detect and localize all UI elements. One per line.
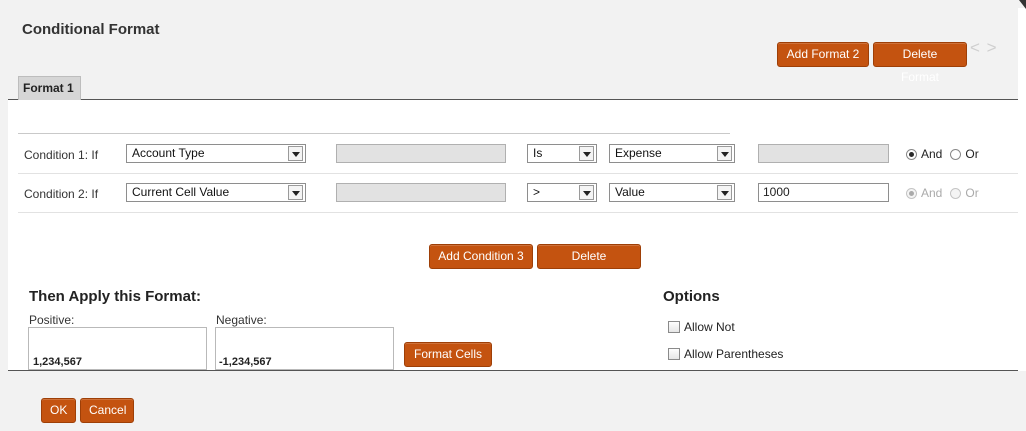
condition-2-conjunction: And Or (906, 186, 987, 200)
condition-1-or-radio[interactable] (950, 148, 962, 160)
condition-1-and-label: And (921, 147, 943, 161)
negative-preview-value: -1,234,567 (219, 356, 272, 368)
allow-parentheses-checkbox[interactable] (668, 348, 680, 360)
condition-2-and-label: And (921, 186, 943, 200)
allow-not-option[interactable]: Allow Not (668, 320, 735, 334)
allow-not-label: Allow Not (684, 320, 735, 334)
positive-label: Positive: (29, 313, 75, 327)
dropdown-arrow-icon (717, 185, 732, 200)
condition-1-and-radio[interactable] (906, 148, 917, 160)
condition-1-value-type-select[interactable]: Expense (609, 144, 735, 163)
condition-2-operator-select[interactable]: > (527, 183, 597, 202)
dropdown-arrow-icon (717, 146, 732, 161)
allow-not-checkbox[interactable] (668, 321, 680, 333)
dropdown-arrow-icon (579, 146, 594, 161)
condition-1-operator-value: Is (533, 146, 543, 160)
condition-1-field-select[interactable]: Account Type (126, 144, 306, 163)
condition-2-value-input[interactable]: 1000 (758, 183, 889, 202)
apply-format-heading: Then Apply this Format: (29, 288, 201, 305)
condition-1-label: Condition 1: If (24, 148, 99, 162)
dropdown-arrow-icon (288, 146, 303, 161)
allow-parentheses-label: Allow Parentheses (684, 347, 784, 361)
condition-1-or-label: Or (965, 147, 979, 161)
condition-1-value-input (758, 144, 889, 163)
condition-2-or-radio[interactable] (950, 187, 962, 199)
row-divider (18, 212, 1018, 213)
options-heading: Options (663, 288, 720, 305)
condition-2-and-radio[interactable] (906, 187, 917, 199)
delete-format-button[interactable]: Delete Format (873, 42, 967, 84)
condition-header-line (18, 133, 730, 134)
tab-format-1[interactable]: Format 1 (18, 76, 81, 100)
format-nav-arrows-icon[interactable]: < > (970, 38, 998, 58)
dialog-title: Conditional Format (22, 21, 160, 38)
cancel-button[interactable]: Cancel (80, 398, 134, 423)
condition-2-label: Condition 2: If (24, 187, 99, 201)
condition-2-field-value: Current Cell Value (132, 185, 230, 199)
condition-1-field-value: Account Type (132, 146, 205, 160)
negative-label: Negative: (216, 313, 267, 327)
condition-2-value-type-value: Value (615, 185, 645, 199)
dropdown-arrow-icon (579, 185, 594, 200)
condition-1-conjunction: And Or (906, 147, 987, 161)
positive-preview-value: 1,234,567 (33, 356, 82, 368)
condition-2-field-select[interactable]: Current Cell Value (126, 183, 306, 202)
allow-parentheses-option[interactable]: Allow Parentheses (668, 347, 783, 361)
condition-2-or-label: Or (965, 186, 979, 200)
add-format-button[interactable]: Add Format 2 (777, 42, 869, 67)
condition-2-value-type-select[interactable]: Value (609, 183, 735, 202)
condition-1-value-type-value: Expense (615, 146, 662, 160)
ok-button[interactable]: OK (41, 398, 76, 423)
condition-2-operator-value: > (533, 185, 541, 199)
format-cells-button[interactable]: Format Cells (404, 342, 492, 367)
add-condition-button[interactable]: Add Condition 3 (429, 244, 533, 269)
condition-2-disabled-input (336, 183, 506, 202)
condition-1-operator-select[interactable]: Is (527, 144, 597, 163)
dropdown-arrow-icon (288, 185, 303, 200)
condition-1-disabled-input (336, 144, 506, 163)
footer-divider (8, 370, 1018, 371)
delete-condition-button[interactable]: Delete Condition (537, 244, 641, 286)
corner-triangle-icon (1019, 0, 1026, 9)
row-divider (18, 173, 1018, 174)
